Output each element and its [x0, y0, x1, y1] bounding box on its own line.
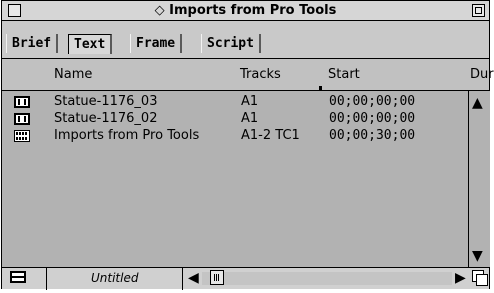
clip-tracks: A1 — [241, 94, 259, 109]
scroll-right-icon[interactable]: ▶ — [455, 271, 466, 285]
divider — [182, 268, 183, 290]
clip-tracks: A1 — [241, 111, 259, 126]
column-header-duration[interactable]: Dur — [470, 67, 494, 82]
list-item[interactable]: Imports from Pro Tools A1-2 TC1 00;00;30… — [2, 128, 468, 145]
scroll-down-icon[interactable]: ▼ — [472, 249, 483, 263]
column-header-name[interactable]: Name — [54, 67, 92, 82]
clip-start: 00;00;30;00 — [329, 128, 416, 143]
tab-script[interactable]: Script — [201, 34, 261, 53]
zoom-box-icon[interactable] — [472, 4, 485, 17]
bottom-bar: Untitled ◀ ▶ — [2, 267, 489, 290]
column-headers: Name Tracks Start Dur — [2, 59, 494, 91]
resize-grow-icon[interactable] — [472, 270, 488, 286]
clip-list: Statue-1176_03 A1 00;00;00;00 Statue-117… — [2, 91, 468, 267]
clip-tracks: A1-2 TC1 — [241, 128, 300, 143]
bin-window: ◇ Imports from Pro Tools Brief Text Fram… — [1, 0, 494, 290]
tab-frame[interactable]: Frame — [130, 34, 183, 53]
sequence-icon — [14, 130, 30, 142]
view-tabs: Brief Text Frame Script — [2, 21, 489, 59]
bin-view-icon[interactable] — [10, 271, 26, 283]
scroll-up-icon[interactable]: ▲ — [472, 96, 483, 110]
scroll-thumb[interactable] — [210, 270, 224, 285]
clip-start: 00;00;00;00 — [329, 94, 416, 109]
clip-name: Imports from Pro Tools — [54, 128, 200, 143]
bin-view-name[interactable]: Untitled — [91, 271, 138, 285]
audio-clip-icon — [14, 96, 30, 108]
clip-start: 00;00;00;00 — [329, 111, 416, 126]
audio-clip-icon — [14, 113, 30, 125]
tab-brief[interactable]: Brief — [6, 34, 59, 53]
horizontal-scroll-track[interactable] — [202, 272, 452, 285]
vertical-scrollbar[interactable]: ▲ ▼ — [468, 91, 490, 267]
list-item[interactable]: Statue-1176_02 A1 00;00;00;00 — [2, 111, 468, 128]
scroll-left-icon[interactable]: ◀ — [188, 271, 199, 285]
column-header-tracks[interactable]: Tracks — [240, 67, 281, 82]
title-bar[interactable]: ◇ Imports from Pro Tools — [2, 1, 489, 21]
column-header-start[interactable]: Start — [328, 67, 360, 82]
divider — [46, 268, 47, 290]
list-item[interactable]: Statue-1176_03 A1 00;00;00;00 — [2, 94, 468, 111]
clip-name: Statue-1176_03 — [54, 94, 158, 109]
tab-text[interactable]: Text — [68, 34, 113, 54]
clip-name: Statue-1176_02 — [54, 111, 158, 126]
window-title: ◇ Imports from Pro Tools — [154, 3, 337, 18]
